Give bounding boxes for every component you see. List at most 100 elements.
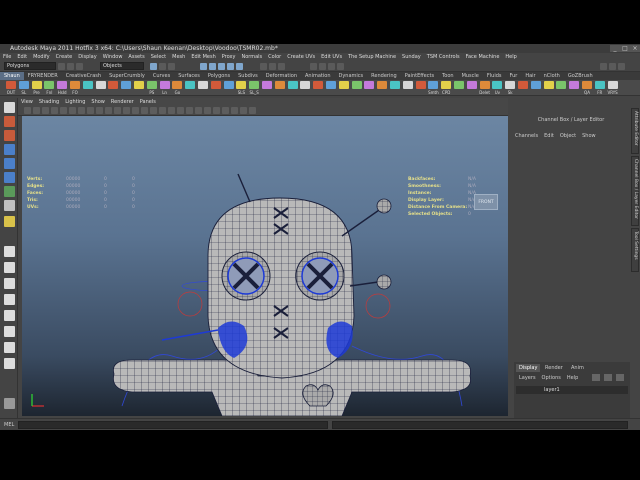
- layout-graph-editor-icon[interactable]: [4, 342, 15, 353]
- cb-menu-edit[interactable]: Edit: [541, 132, 557, 140]
- paint-select-icon[interactable]: [4, 130, 15, 141]
- layout-dope-sheet-icon[interactable]: [4, 358, 15, 369]
- viewport-toolbar-button[interactable]: [141, 107, 148, 114]
- selection-mode-field[interactable]: Objects: [100, 62, 144, 70]
- shelf-button-icon[interactable]: [364, 81, 375, 89]
- viewport-toolbar-button[interactable]: [177, 107, 184, 114]
- side-tab-tool-settings[interactable]: Tool Settings: [631, 228, 639, 272]
- layer-tab-anim[interactable]: Anim: [568, 364, 587, 372]
- vp-menu-renderer[interactable]: Renderer: [108, 98, 137, 106]
- lasso-tool-icon[interactable]: [4, 116, 15, 127]
- menu-window[interactable]: Window: [100, 53, 126, 61]
- shelf-button-icon[interactable]: [159, 81, 170, 89]
- layer-menu-layers[interactable]: Layers: [516, 375, 539, 381]
- maximize-button[interactable]: □: [620, 45, 630, 52]
- mask-handles-icon[interactable]: [200, 63, 207, 70]
- shelf-tab-hair[interactable]: Hair: [521, 72, 539, 80]
- render-settings-icon[interactable]: [337, 63, 344, 70]
- shelf-button-icon[interactable]: [377, 81, 388, 89]
- layer-tab-render[interactable]: Render: [542, 364, 566, 372]
- shelf-button-icon[interactable]: [594, 81, 605, 89]
- shelf-button-icon[interactable]: [31, 81, 42, 89]
- shelf-button-icon[interactable]: [556, 81, 567, 89]
- shelf-tab-fur[interactable]: Fur: [506, 72, 522, 80]
- menu-file[interactable]: File: [0, 53, 14, 61]
- save-scene-icon[interactable]: [76, 63, 83, 70]
- mask-surfaces-icon[interactable]: [227, 63, 234, 70]
- menu-create[interactable]: Create: [53, 53, 76, 61]
- snap-curve-icon[interactable]: [269, 63, 276, 70]
- menu-normals[interactable]: Normals: [238, 53, 265, 61]
- shelf-button-icon[interactable]: [530, 81, 541, 89]
- shelf-button-icon[interactable]: [185, 81, 196, 89]
- viewport-toolbar-button[interactable]: [69, 107, 76, 114]
- shelf-button-icon[interactable]: [582, 81, 592, 89]
- shelf-button-icon[interactable]: [44, 81, 55, 89]
- vp-menu-panels[interactable]: Panels: [137, 98, 159, 106]
- shelf-tab-shaun[interactable]: Shaun: [0, 72, 24, 80]
- shelf-tab-polygons[interactable]: Polygons: [204, 72, 234, 80]
- menu-assets[interactable]: Assets: [125, 53, 147, 61]
- shelf-button-icon[interactable]: [402, 81, 413, 89]
- minimize-button[interactable]: _: [610, 45, 620, 52]
- shelf-tab-animation[interactable]: Animation: [301, 72, 335, 80]
- shelf-button-icon[interactable]: [351, 81, 362, 89]
- control-curve[interactable]: [365, 293, 391, 319]
- layout-outliner-icon[interactable]: [4, 310, 15, 321]
- shelf-button-icon[interactable]: [492, 81, 503, 89]
- last-tool-icon[interactable]: [4, 216, 15, 227]
- select-tool-icon[interactable]: [4, 102, 15, 113]
- shelf-button-icon[interactable]: [6, 81, 16, 89]
- shelf-button-icon[interactable]: [236, 81, 247, 89]
- shelf-button-icon[interactable]: [607, 81, 618, 89]
- menu-modify[interactable]: Modify: [30, 53, 53, 61]
- move-tool-icon[interactable]: [4, 144, 15, 155]
- shelf-button-icon[interactable]: [262, 81, 272, 89]
- menu-create-uvs[interactable]: Create UVs: [284, 53, 318, 61]
- menu-select[interactable]: Select: [148, 53, 169, 61]
- shelf-tab-dynamics[interactable]: Dynamics: [335, 72, 368, 80]
- shelf-button-icon[interactable]: [121, 81, 132, 89]
- new-layer-icon[interactable]: [592, 374, 600, 381]
- history-icon[interactable]: [310, 63, 317, 70]
- layout-hypershade-icon[interactable]: [4, 326, 15, 337]
- shelf-tab-deformation[interactable]: Deformation: [262, 72, 301, 80]
- viewport-toolbar-button[interactable]: [105, 107, 112, 114]
- shelf-button-icon[interactable]: [146, 81, 157, 89]
- shelf-button-icon[interactable]: [428, 81, 439, 89]
- menu-help[interactable]: Help: [502, 53, 519, 61]
- mask-joints-icon[interactable]: [209, 63, 216, 70]
- cb-menu-channels[interactable]: Channels: [512, 132, 541, 140]
- layer-menu-help[interactable]: Help: [564, 375, 581, 381]
- close-button[interactable]: ×: [630, 45, 640, 52]
- menu-face-machine[interactable]: Face Machine: [463, 53, 503, 61]
- shelf-tab-curves[interactable]: Curves: [149, 72, 174, 80]
- viewport-toolbar-button[interactable]: [168, 107, 175, 114]
- render-frame-icon[interactable]: [319, 63, 326, 70]
- menu-color[interactable]: Color: [265, 53, 284, 61]
- viewport-toolbar-button[interactable]: [96, 107, 103, 114]
- viewport-toolbar-button[interactable]: [249, 107, 256, 114]
- vp-menu-view[interactable]: View: [18, 98, 36, 106]
- selected-face[interactable]: [326, 321, 353, 358]
- menu-sunday[interactable]: Sunday: [399, 53, 424, 61]
- shelf-button-icon[interactable]: [415, 81, 426, 89]
- 3d-viewport[interactable]: Verts: Edges: Faces: Tris: UVs: 00000 00…: [22, 116, 508, 416]
- shelf-button-icon[interactable]: [274, 81, 285, 89]
- viewport-toolbar-button[interactable]: [186, 107, 193, 114]
- shelf-button-icon[interactable]: [172, 81, 183, 89]
- command-line-label[interactable]: MEL: [4, 421, 14, 429]
- shelf-tab-gozbrush[interactable]: GoZBrush: [564, 72, 597, 80]
- layer-tab-display[interactable]: Display: [516, 364, 541, 372]
- shelf-tab-rendering[interactable]: Rendering: [367, 72, 401, 80]
- shelf-button-icon[interactable]: [223, 81, 234, 89]
- pin-head[interactable]: [376, 198, 392, 214]
- shelf-tab-toon[interactable]: Toon: [438, 72, 458, 80]
- viewport-toolbar-button[interactable]: [42, 107, 49, 114]
- pin-head[interactable]: [376, 274, 392, 290]
- viewport-toolbar-button[interactable]: [123, 107, 130, 114]
- shelf-button-icon[interactable]: [326, 81, 336, 89]
- menu-tsm-controls[interactable]: TSM Controls: [424, 53, 463, 61]
- vp-menu-lighting[interactable]: Lighting: [62, 98, 88, 106]
- side-tab-channel-box[interactable]: Channel Box / Layer Editor: [631, 156, 639, 226]
